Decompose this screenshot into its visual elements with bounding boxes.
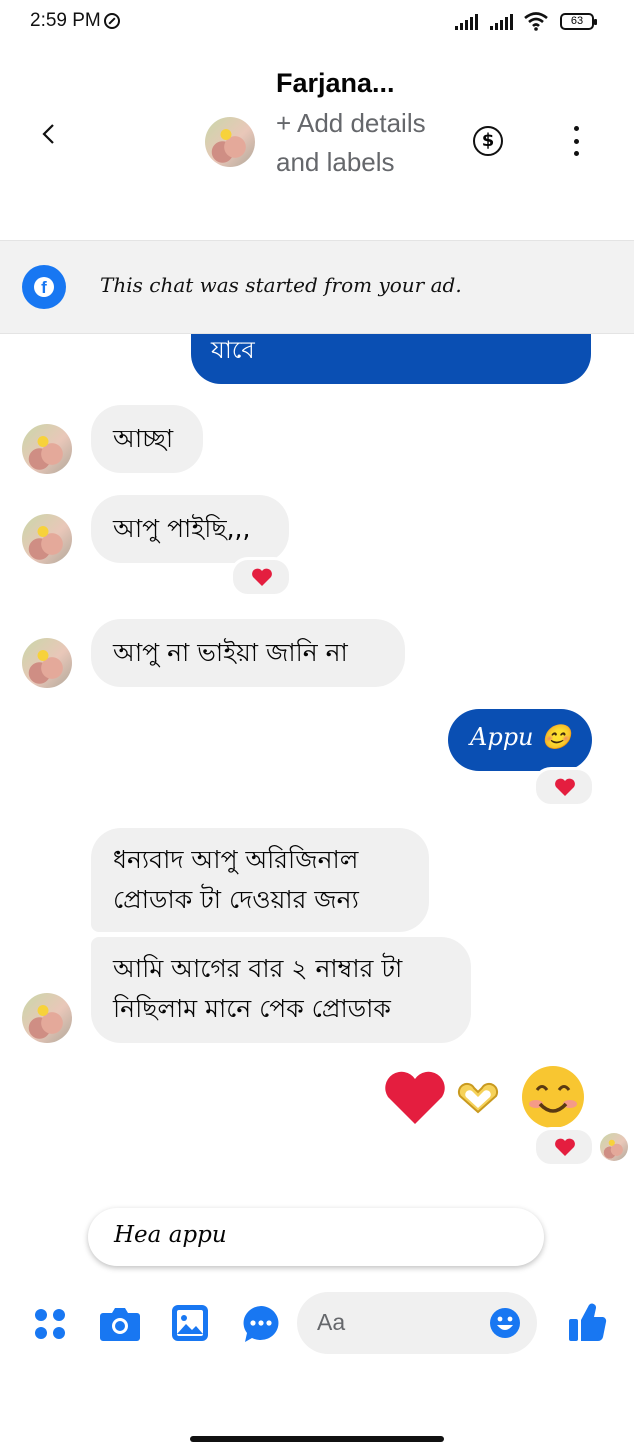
chat-icon[interactable] <box>242 1305 280 1343</box>
add-details-link[interactable]: + Add details and labels <box>276 104 436 182</box>
emoji-message[interactable]: ❤️🫶😊 <box>380 1064 590 1132</box>
message-received[interactable]: আপু পাইছি,,, <box>91 495 289 563</box>
message-text-line: নিছিলাম মানে পেক প্রোডাক <box>113 994 391 1023</box>
battery-icon: 63 <box>560 13 597 30</box>
facebook-icon: f <box>22 265 66 309</box>
sender-avatar <box>22 514 72 564</box>
wifi-icon <box>524 12 548 31</box>
message-received[interactable]: আচ্ছা <box>91 405 203 473</box>
seen-receipt-avatar <box>600 1133 628 1161</box>
back-arrow-icon[interactable] <box>40 124 60 144</box>
heart-icon <box>555 1138 575 1156</box>
message-received[interactable]: আপু না ভাইয়া জানি না <box>91 619 405 687</box>
message-text-line: আমি আগের বার ২ নাম্বার টা <box>113 954 403 983</box>
suggested-reply-chip[interactable]: Hea appu <box>88 1208 544 1266</box>
message-text-line: প্রোডাক টা দেওয়ার জন্য <box>113 885 359 914</box>
ad-banner-text: This chat was started from your ad. <box>100 273 462 297</box>
message-input[interactable]: Aa <box>297 1292 537 1354</box>
payment-icon[interactable]: $ <box>473 126 503 156</box>
cell-signal-icon <box>455 14 478 30</box>
sender-avatar <box>22 993 72 1043</box>
heart-reaction[interactable] <box>533 1127 595 1167</box>
do-not-disturb-icon <box>103 13 120 29</box>
cell-signal-2-icon <box>490 14 513 30</box>
gallery-icon[interactable] <box>172 1305 208 1341</box>
smiling-face-icon <box>522 1066 584 1128</box>
contact-name[interactable]: Farjana... <box>276 68 395 99</box>
message-text: যাবে <box>211 336 255 364</box>
message-input-placeholder: Aa <box>317 1309 346 1335</box>
emoji-icon[interactable] <box>489 1307 521 1339</box>
big-heart-icon <box>385 1071 445 1124</box>
message-text: আপু না ভাইয়া জানি না <box>113 638 348 667</box>
heart-hands-icon <box>457 1082 499 1114</box>
heart-icon <box>252 568 272 586</box>
message-text-line: ধন্যবাদ আপু অরিজিনাল <box>113 845 359 874</box>
suggested-reply-text: Hea appu <box>114 1222 227 1248</box>
like-icon[interactable] <box>569 1302 607 1342</box>
heart-icon <box>555 778 575 796</box>
message-received[interactable]: ধন্যবাদ আপু অরিজিনাল প্রোডাক টা দেওয়ার … <box>91 828 429 932</box>
message-received[interactable]: আমি আগের বার ২ নাম্বার টা নিছিলাম মানে প… <box>91 937 471 1043</box>
message-text: আপু পাইছি,,, <box>113 514 251 543</box>
status-time: 2:59 PM <box>30 10 120 32</box>
ad-origin-banner: f This chat was started from your ad. <box>0 240 634 334</box>
heart-reaction[interactable] <box>533 767 595 807</box>
sender-avatar <box>22 638 72 688</box>
message-sent[interactable]: Appu 😊 <box>448 709 592 771</box>
camera-icon[interactable] <box>100 1305 140 1341</box>
contact-avatar[interactable] <box>205 117 255 167</box>
message-text: আচ্ছা <box>113 424 174 453</box>
sender-avatar <box>22 424 72 474</box>
apps-icon[interactable] <box>33 1307 67 1341</box>
heart-reaction[interactable] <box>230 557 292 597</box>
message-text: Appu 😊 <box>470 723 572 751</box>
home-indicator <box>190 1436 444 1442</box>
more-options-icon[interactable] <box>571 126 581 156</box>
